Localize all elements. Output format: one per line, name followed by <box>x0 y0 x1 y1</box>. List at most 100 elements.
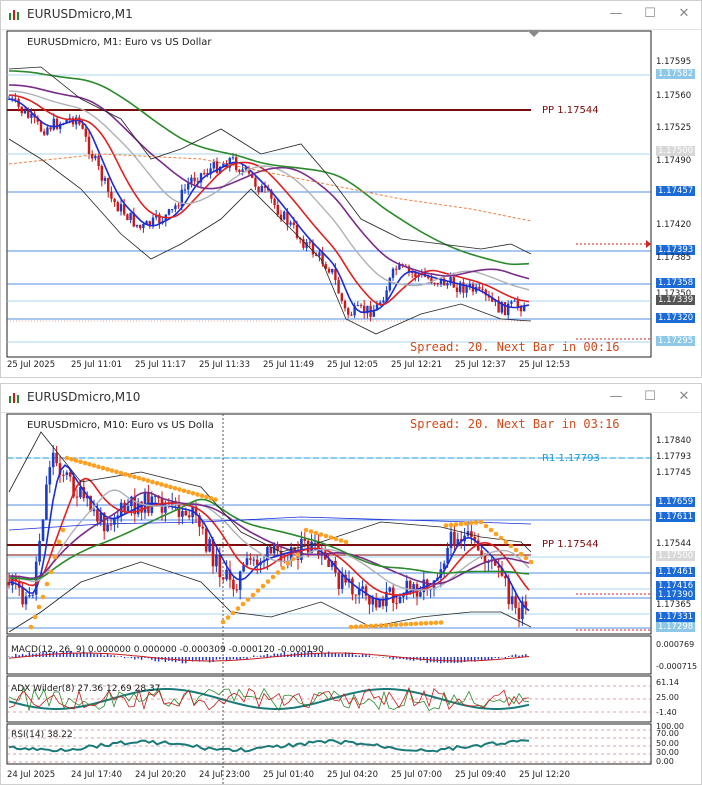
sar-dot <box>105 467 110 472</box>
candle-body <box>238 571 242 590</box>
candle-body <box>94 155 97 159</box>
candle-body <box>79 487 82 498</box>
candle-body <box>340 574 344 589</box>
sar-dot <box>82 460 88 466</box>
candle-body <box>65 472 69 475</box>
candle-body <box>412 584 415 590</box>
price-chart-m10[interactable] <box>1 412 702 785</box>
candle-body <box>453 531 456 547</box>
candle-body <box>340 293 343 301</box>
sar-dot <box>473 520 479 525</box>
candle-body <box>241 169 244 173</box>
candle-body <box>419 592 422 597</box>
sar-dot <box>114 469 119 475</box>
rsi-label: RSI(14) 38.22 <box>11 730 73 740</box>
sar-dot <box>220 619 226 625</box>
sar-dot <box>285 561 291 566</box>
spread-label: Spread: 20. Next Bar in 00:16 <box>410 340 620 354</box>
candle-body <box>96 509 99 522</box>
pp-label: PP 1.17544 <box>542 539 599 550</box>
sar-dot <box>177 487 182 492</box>
price-tick: 1.17390 <box>656 590 696 600</box>
price-tick: 1.17490 <box>656 156 692 166</box>
sar-dot <box>428 620 434 626</box>
candle-body <box>62 474 65 476</box>
sar-dot <box>96 464 101 470</box>
sar-dot <box>513 547 519 553</box>
close-button[interactable]: ✕ <box>673 387 695 407</box>
sar-dot <box>204 494 209 500</box>
sar-dot <box>423 620 429 626</box>
candle-body <box>257 186 260 193</box>
sar-dot <box>163 483 169 489</box>
sar-dot <box>348 624 354 630</box>
candle-body <box>28 595 31 597</box>
chart-window-m1[interactable]: EURUSDmicro,M1 — ☐ ✕ EURUSDmicro, M1: Eu… <box>0 0 702 378</box>
sar-dot <box>493 531 499 537</box>
sar-dot <box>230 610 236 616</box>
candle-body <box>245 558 249 566</box>
candle-body <box>408 580 412 590</box>
candle-body <box>273 198 276 205</box>
candle-body <box>215 554 218 567</box>
minimize-button[interactable]: — <box>605 4 627 24</box>
sar-dot <box>240 601 246 607</box>
sar-dot <box>413 621 419 627</box>
price-tick: 1.17461 <box>656 567 696 577</box>
sar-dot <box>150 479 155 485</box>
sar-dot <box>69 456 74 462</box>
price-tick: 1.17793 <box>656 452 692 462</box>
sar-dot <box>100 465 106 471</box>
sar-dot <box>260 583 266 589</box>
candle-body <box>303 538 307 541</box>
candle-body <box>306 540 310 554</box>
sar-dot <box>438 620 444 625</box>
candle-body <box>183 189 187 191</box>
candle-body <box>218 554 222 578</box>
time-tick: 25 Jul 12:21 <box>391 360 442 370</box>
candle-body <box>75 496 79 498</box>
sar-dot <box>523 555 529 561</box>
candle-body <box>174 205 177 210</box>
candle-body <box>147 492 150 513</box>
sar-dot <box>250 592 256 598</box>
candle-body <box>81 124 84 129</box>
sar-dot <box>181 488 187 494</box>
sar-dot <box>443 523 449 528</box>
sar-dot <box>448 522 454 528</box>
close-button[interactable]: ✕ <box>673 4 695 24</box>
candle-body <box>455 287 459 293</box>
candle-body <box>371 597 375 605</box>
candle-body <box>327 268 331 273</box>
sar-dot <box>398 622 404 627</box>
candle-body <box>106 524 109 532</box>
candle-body <box>109 524 113 526</box>
candle-body <box>350 314 353 316</box>
price-tick: 1.17295 <box>656 336 696 346</box>
sar-dot <box>186 489 191 495</box>
candle-body <box>21 587 24 605</box>
candle-body <box>20 106 23 114</box>
price-tick: 1.17358 <box>656 278 696 288</box>
candle-body <box>395 268 398 270</box>
candle-body <box>260 185 263 193</box>
candle-body <box>252 559 256 561</box>
minimize-button[interactable]: — <box>605 387 627 407</box>
maximize-button[interactable]: ☐ <box>639 387 661 407</box>
sar-dot <box>159 482 164 487</box>
price-tick: 1.17320 <box>656 313 696 323</box>
price-tick: 1.17745 <box>656 468 692 478</box>
candle-body <box>292 222 295 225</box>
candle-body <box>465 286 468 293</box>
sar-dot <box>388 622 394 628</box>
candle-body <box>395 602 398 604</box>
candle-body <box>135 224 139 227</box>
candle-body <box>139 224 142 229</box>
maximize-button[interactable]: ☐ <box>639 4 661 24</box>
chart-header: EURUSDmicro, M1: Euro vs US Dollar <box>27 37 212 48</box>
price-chart-m1[interactable] <box>1 29 702 378</box>
candle-body <box>68 472 72 477</box>
candle-body <box>167 209 171 215</box>
chart-window-m10[interactable]: EURUSDmicro,M10 — ☐ ✕ EURUSDmicro, M10: … <box>0 383 702 785</box>
adx-tick: 25.00 <box>656 693 679 702</box>
